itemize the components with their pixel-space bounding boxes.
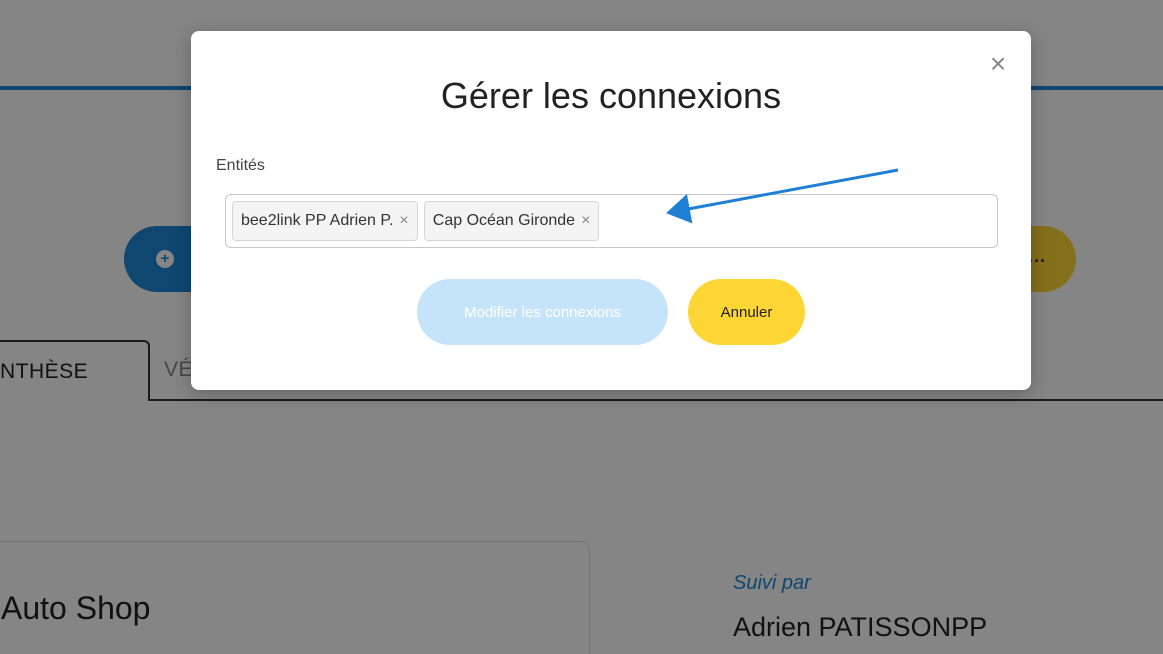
- entity-tag: Cap Océan Gironde ×: [423, 201, 600, 241]
- modify-connections-button[interactable]: Modifier les connexions: [417, 279, 668, 345]
- entities-input[interactable]: bee2link PP Adrien P. × Cap Océan Girond…: [225, 194, 998, 248]
- entities-label: Entités: [216, 157, 265, 174]
- dialog-title: Gérer les connexions: [440, 75, 782, 116]
- remove-tag-icon[interactable]: ×: [399, 212, 408, 230]
- manage-connections-dialog: × Gérer les connexions Entités bee2link …: [191, 31, 1031, 390]
- close-icon[interactable]: ×: [987, 50, 1009, 78]
- entity-tag: bee2link PP Adrien P. ×: [232, 201, 418, 241]
- entity-tag-label: bee2link PP Adrien P.: [241, 212, 394, 229]
- cancel-button[interactable]: Annuler: [688, 279, 805, 345]
- entity-tag-label: Cap Océan Gironde: [432, 212, 576, 229]
- remove-tag-icon[interactable]: ×: [581, 212, 590, 230]
